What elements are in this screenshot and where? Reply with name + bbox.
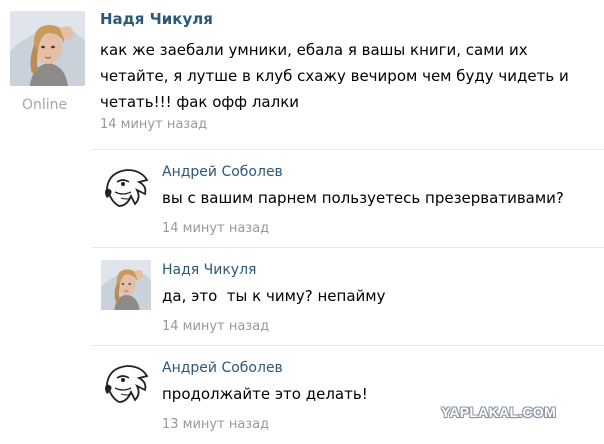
girl-photo-avatar-icon: [101, 260, 151, 310]
comment-text: да, это ты к чиму? непайму: [162, 287, 386, 305]
comment-author-avatar[interactable]: [101, 358, 151, 408]
comment-author-avatar[interactable]: [101, 260, 151, 310]
comment-time-link[interactable]: 14 минут назад: [162, 319, 269, 334]
post-time-link[interactable]: 14 минут назад: [100, 117, 207, 132]
comment-text: вы с вашим парнем пользуетесь презервати…: [162, 189, 564, 207]
comment-item: Надя Чикуля да, это ты к чиму? непайму 1…: [92, 247, 604, 346]
comment-author-link[interactable]: Андрей Соболев: [162, 164, 283, 180]
post-author-link[interactable]: Надя Чикуля: [100, 10, 213, 28]
site-watermark: YAPLAKAL.COM: [441, 404, 557, 420]
post-text: как же заебали умники, ебала я вашы книг…: [100, 41, 569, 111]
comment-time-link[interactable]: 14 минут назад: [162, 221, 269, 236]
comment-author-link[interactable]: Надя Чикуля: [162, 262, 256, 278]
eagle-sketch-avatar-icon: [101, 162, 151, 212]
comment-item: Андрей Соболев вы с вашим парнем пользуе…: [92, 149, 604, 248]
comment-author-avatar[interactable]: [101, 162, 151, 212]
online-status: Online: [22, 97, 68, 113]
post-author-avatar[interactable]: [10, 11, 85, 86]
comment-time-link[interactable]: 13 минут назад: [162, 417, 269, 432]
girl-photo-avatar-icon: [10, 11, 85, 86]
comment-text: продолжайте это делать!: [162, 385, 368, 403]
comment-item: Андрей Соболев продолжайте это делать! 1…: [92, 345, 604, 444]
comment-author-link[interactable]: Андрей Соболев: [162, 360, 283, 376]
eagle-sketch-avatar-icon: [101, 358, 151, 408]
